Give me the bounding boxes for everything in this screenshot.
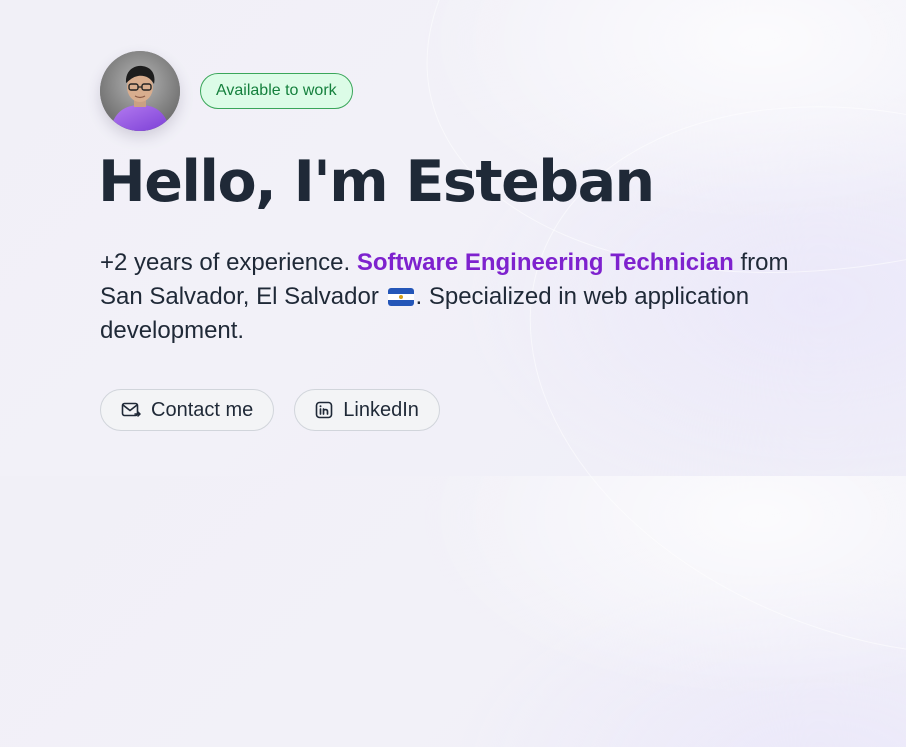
avatar	[100, 51, 180, 131]
contact-button[interactable]: Contact me	[100, 389, 275, 431]
linkedin-button[interactable]: LinkedIn	[294, 389, 440, 431]
el-salvador-flag-icon	[387, 288, 414, 306]
mail-icon	[121, 402, 141, 417]
linkedin-button-label: LinkedIn	[343, 398, 419, 421]
bio-text: +2 years of experience.	[100, 249, 357, 276]
page-title: Hello, I'm Esteban	[98, 149, 655, 215]
linkedin-icon	[315, 401, 333, 419]
role-highlight: Software Engineering Technician	[356, 249, 734, 276]
action-buttons: Contact me LinkedIn	[100, 389, 820, 431]
profile-header: Available to work	[100, 51, 820, 131]
bio-paragraph: +2 years of experience. Software Enginee…	[100, 246, 790, 348]
availability-badge: Available to work	[200, 73, 353, 109]
hero-section: Available to work Hello, I'm Esteban +2 …	[98, 51, 820, 431]
contact-button-label: Contact me	[151, 398, 254, 421]
